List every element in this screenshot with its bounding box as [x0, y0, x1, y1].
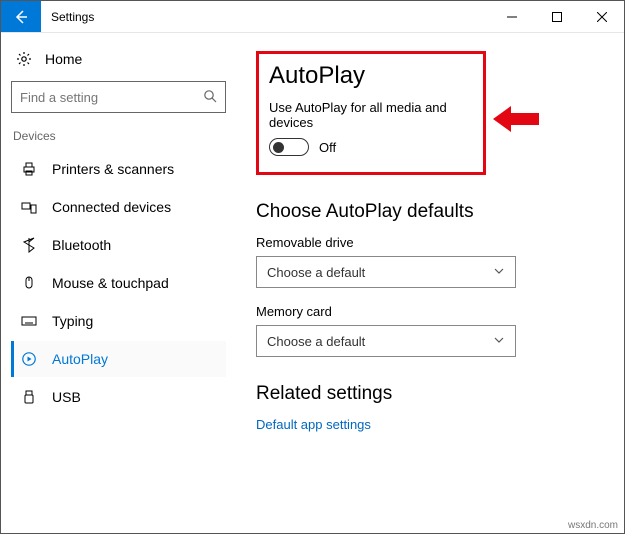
- sidebar-home-label: Home: [45, 51, 82, 67]
- close-button[interactable]: [579, 1, 624, 32]
- dropdown-value: Choose a default: [267, 265, 365, 280]
- close-icon: [597, 12, 607, 22]
- maximize-icon: [552, 12, 562, 22]
- memory-card-dropdown[interactable]: Choose a default: [256, 325, 516, 357]
- search-icon: [203, 89, 217, 106]
- minimize-button[interactable]: [489, 1, 534, 32]
- default-app-settings-link[interactable]: Default app settings: [256, 417, 604, 432]
- sidebar-item-label: AutoPlay: [52, 351, 108, 367]
- related-heading: Related settings: [256, 383, 604, 405]
- bluetooth-icon: [20, 237, 38, 253]
- sidebar: Home Devices Printers & scanners Connect…: [1, 33, 236, 533]
- window-controls: [489, 1, 624, 32]
- memory-card-label: Memory card: [256, 304, 604, 319]
- gear-icon: [15, 51, 33, 67]
- sidebar-item-label: USB: [52, 389, 81, 405]
- toggle-knob: [273, 142, 284, 153]
- toggle-state-label: Off: [319, 140, 336, 155]
- keyboard-icon: [20, 313, 38, 329]
- sidebar-item-label: Typing: [52, 313, 93, 329]
- removable-drive-label: Removable drive: [256, 235, 604, 250]
- back-button[interactable]: [1, 1, 41, 32]
- sidebar-item-label: Bluetooth: [52, 237, 111, 253]
- autoplay-icon: [20, 351, 38, 367]
- sidebar-item-bluetooth[interactable]: Bluetooth: [11, 227, 226, 263]
- body: Home Devices Printers & scanners Connect…: [1, 33, 624, 533]
- annotation-arrow-icon: [493, 104, 539, 134]
- search-box[interactable]: [11, 81, 226, 113]
- usb-icon: [20, 389, 38, 405]
- sidebar-item-mouse[interactable]: Mouse & touchpad: [11, 265, 226, 301]
- sidebar-item-printers[interactable]: Printers & scanners: [11, 151, 226, 187]
- annotation-highlight: AutoPlay Use AutoPlay for all media and …: [256, 51, 486, 175]
- chevron-down-icon: [493, 265, 505, 280]
- sidebar-item-label: Printers & scanners: [52, 161, 174, 177]
- printer-icon: [20, 161, 38, 177]
- minimize-icon: [507, 12, 517, 22]
- sidebar-group-label: Devices: [11, 129, 226, 149]
- mouse-icon: [20, 275, 38, 291]
- settings-window: Settings Home: [0, 0, 625, 534]
- sidebar-item-usb[interactable]: USB: [11, 379, 226, 415]
- main-content: AutoPlay Use AutoPlay for all media and …: [236, 33, 624, 533]
- watermark: wsxdn.com: [568, 520, 618, 531]
- removable-drive-dropdown[interactable]: Choose a default: [256, 256, 516, 288]
- page-heading: AutoPlay: [269, 62, 473, 90]
- toggle-description: Use AutoPlay for all media and devices: [269, 100, 473, 130]
- search-input[interactable]: [20, 90, 190, 105]
- defaults-heading: Choose AutoPlay defaults: [256, 201, 604, 223]
- maximize-button[interactable]: [534, 1, 579, 32]
- sidebar-item-label: Connected devices: [52, 199, 171, 215]
- sidebar-item-typing[interactable]: Typing: [11, 303, 226, 339]
- sidebar-item-label: Mouse & touchpad: [52, 275, 169, 291]
- connected-icon: [20, 199, 38, 215]
- dropdown-value: Choose a default: [267, 334, 365, 349]
- autoplay-toggle[interactable]: [269, 138, 309, 156]
- app-title: Settings: [41, 1, 489, 32]
- sidebar-item-autoplay[interactable]: AutoPlay: [11, 341, 226, 377]
- autoplay-toggle-row: Off: [269, 138, 473, 156]
- sidebar-home[interactable]: Home: [11, 45, 226, 79]
- titlebar: Settings: [1, 1, 624, 33]
- chevron-down-icon: [493, 334, 505, 349]
- sidebar-item-connected[interactable]: Connected devices: [11, 189, 226, 225]
- arrow-left-icon: [13, 9, 29, 25]
